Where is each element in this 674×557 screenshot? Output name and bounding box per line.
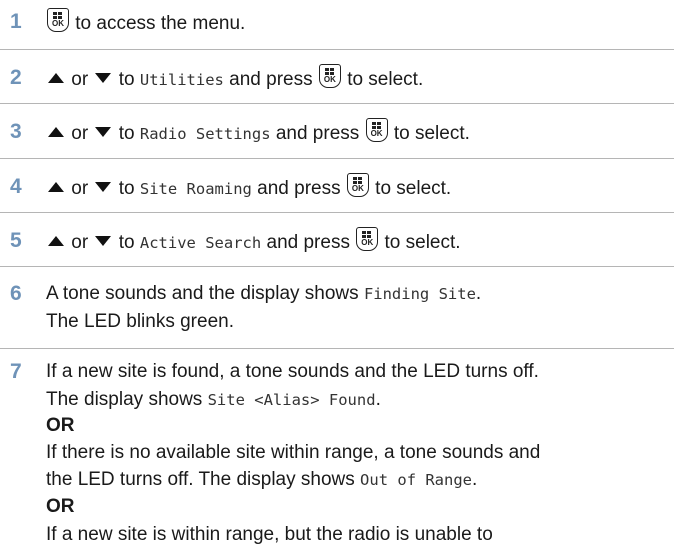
step-number: 2 [10,66,22,89]
step-number: 1 [10,10,22,33]
menu-ok-button-icon: OK [346,173,369,197]
divider [0,212,674,213]
down-arrow-icon [95,73,112,83]
step-text: or to Active Search and press OK to sele… [46,227,461,257]
menu-ok-button-icon: OK [356,227,379,251]
step-text: If a new site is within range, but the r… [46,524,493,545]
menu-ok-button-icon: OK [365,118,388,142]
divider [0,49,674,50]
menu-item-name: Radio Settings [139,125,271,143]
down-arrow-icon [95,236,112,246]
display-message: Finding Site [363,285,476,303]
step-text: A tone sounds and the display shows Find… [46,283,482,304]
step-number: 7 [10,360,22,383]
menu-item-name: Site Roaming [139,180,252,198]
menu-ok-button-icon: OK [318,64,341,88]
up-arrow-icon [48,236,64,246]
divider [0,348,674,349]
step-number: 3 [10,120,22,143]
display-message: Out of Range [360,471,473,489]
step-text: The display shows Site <Alias> Found. [46,389,381,410]
step-text: OK to access the menu. [46,8,245,38]
step-number: 5 [10,229,22,252]
or-label: OR [46,496,75,517]
step-text: the LED turns off. The display shows Out… [46,469,478,490]
divider [0,103,674,104]
divider [0,158,674,159]
step-text: If a new site is found, a tone sounds an… [46,361,539,382]
up-arrow-icon [48,127,64,137]
menu-item-name: Utilities [139,71,224,89]
step-text: The LED blinks green. [46,311,234,332]
step-text: or to Site Roaming and press OK to selec… [46,173,451,203]
up-arrow-icon [48,182,64,192]
down-arrow-icon [95,182,112,192]
up-arrow-icon [48,73,64,83]
display-message: Site <Alias> Found [207,391,376,409]
menu-ok-button-icon: OK [47,8,69,32]
menu-item-name: Active Search [139,234,262,252]
down-arrow-icon [95,127,112,137]
step-number: 4 [10,175,22,198]
step-number: 6 [10,282,22,305]
divider [0,266,674,267]
or-label: OR [46,415,75,436]
step-text: or to Radio Settings and press OK to sel… [46,118,470,148]
step-instruction: to access the menu. [75,13,246,34]
step-text: If there is no available site within ran… [46,442,541,463]
step-text: or to Utilities and press OK to select. [46,64,423,94]
